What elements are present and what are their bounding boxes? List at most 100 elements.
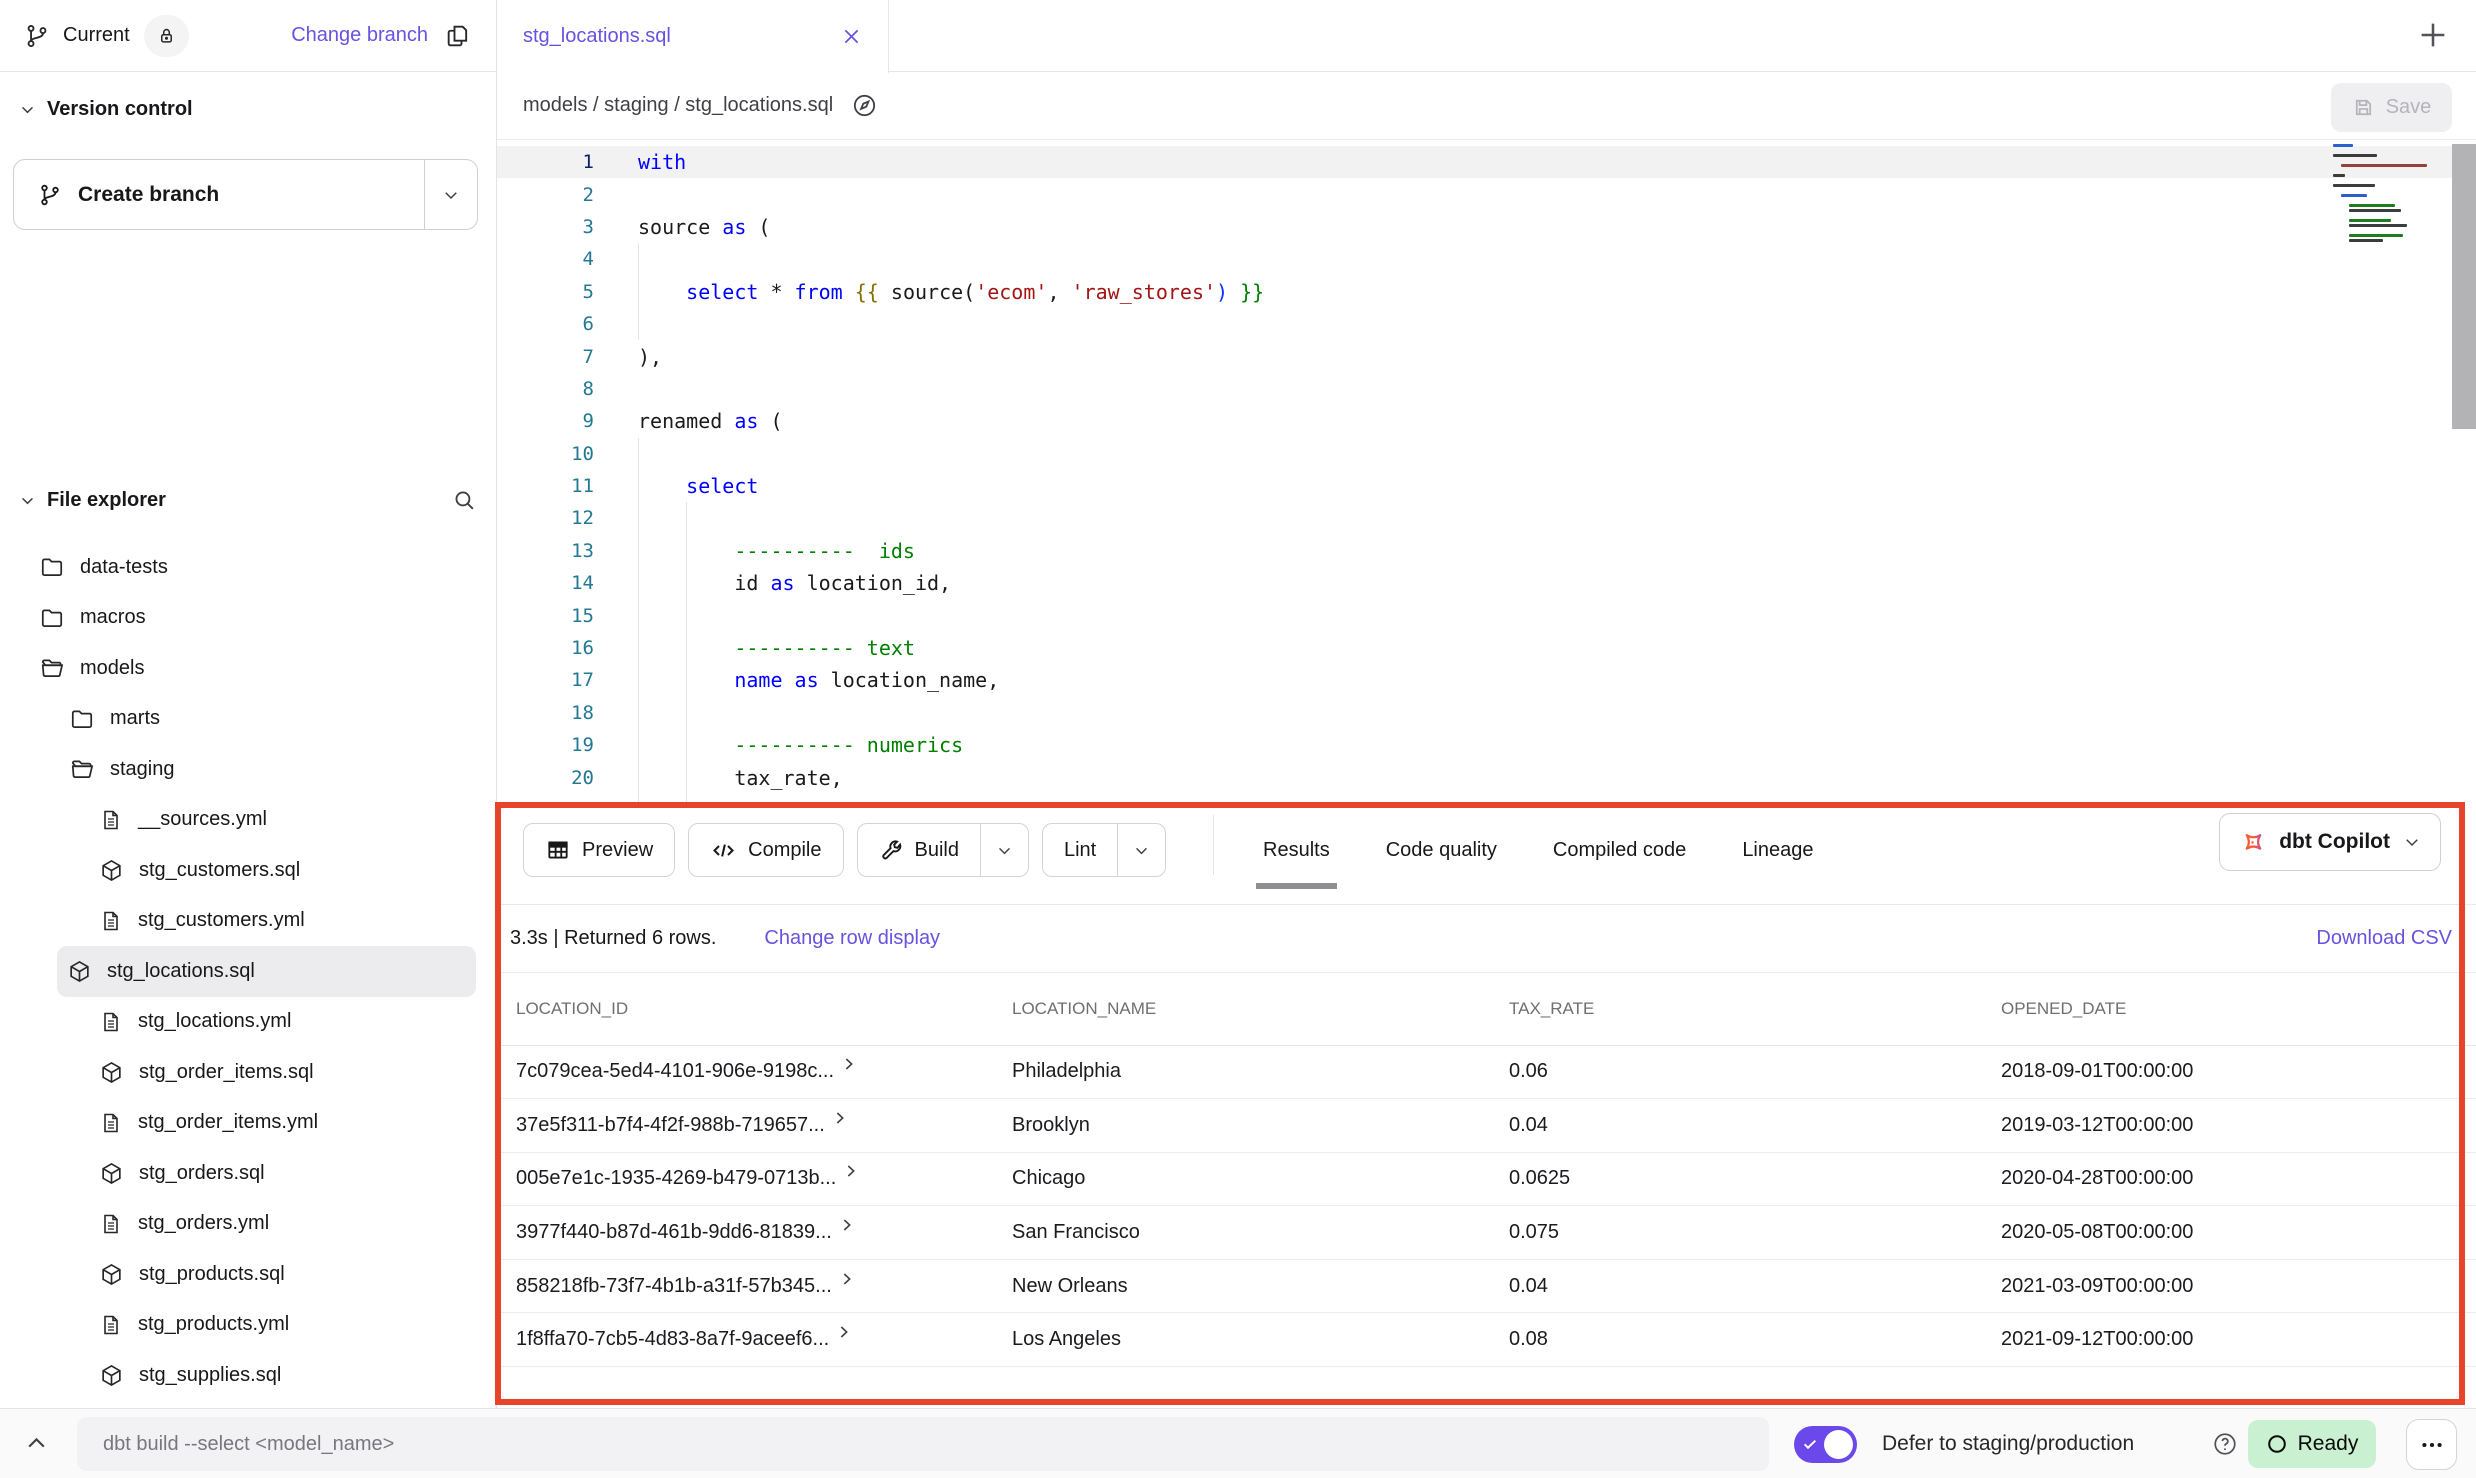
- table-row[interactable]: 1f8ffa70-7cb5-4d83-8a7f-9aceef6...Los An…: [497, 1313, 2476, 1367]
- cell-tax-rate: 0.04: [1490, 1259, 1985, 1313]
- chevron-down-icon: [2403, 833, 2421, 851]
- table-row[interactable]: 005e7e1c-1935-4269-b479-0713b...Chicago0…: [497, 1152, 2476, 1206]
- file-explorer-header[interactable]: File explorer: [0, 478, 496, 522]
- change-branch-link[interactable]: Change branch: [291, 24, 428, 47]
- sidebar-item-stg-products-yml[interactable]: stg_products.yml: [0, 1300, 496, 1351]
- code-line-11[interactable]: 11 select: [497, 470, 2476, 502]
- line-number: 10: [497, 443, 594, 465]
- status-bar: dbt build --select <model_name> Defer to…: [0, 1408, 2476, 1478]
- editor-scrollbar[interactable]: [2452, 144, 2476, 429]
- code-lines[interactable]: 1with23source as ( 4 5 select * from {{ so…: [497, 146, 2476, 805]
- sidebar-item-stg-order-items-yml[interactable]: stg_order_items.yml: [0, 1098, 496, 1149]
- code-line-10[interactable]: 10: [497, 438, 2476, 470]
- tab-bar: stg_locations.sql: [497, 0, 2476, 72]
- build-button[interactable]: Build: [857, 823, 1029, 877]
- sidebar-item-stg-customers-yml[interactable]: stg_customers.yml: [0, 896, 496, 947]
- sidebar-item-stg-locations-yml[interactable]: stg_locations.yml: [0, 997, 496, 1048]
- cell-location-id: 858218fb-73f7-4b1b-a31f-57b345...: [497, 1259, 995, 1313]
- tab-results[interactable]: Results: [1263, 811, 1330, 889]
- tab-stg-locations-sql[interactable]: stg_locations.sql: [497, 0, 889, 73]
- code-line-2[interactable]: 2: [497, 178, 2476, 210]
- create-branch-dropdown[interactable]: [424, 160, 477, 229]
- sidebar-item-macros[interactable]: macros: [0, 593, 496, 644]
- table-row[interactable]: 3977f440-b87d-461b-9dd6-81839...San Fran…: [497, 1206, 2476, 1260]
- sidebar-item-stg-customers-sql[interactable]: stg_customers.sql: [0, 845, 496, 896]
- sidebar-item-data-tests[interactable]: data-tests: [0, 542, 496, 593]
- overflow-menu-button[interactable]: [2406, 1419, 2457, 1470]
- new-tab-plus-icon[interactable]: [2416, 18, 2450, 57]
- code-line-15[interactable]: 15: [497, 599, 2476, 631]
- search-icon[interactable]: [452, 488, 477, 513]
- code-line-3[interactable]: 3source as (: [497, 211, 2476, 243]
- chevron-down-icon[interactable]: [19, 492, 36, 509]
- row-expand-chevron-icon[interactable]: [841, 1055, 857, 1078]
- sidebar-item-stg-supplies-sql[interactable]: stg_supplies.sql: [0, 1350, 496, 1401]
- code-line-12[interactable]: 12: [497, 502, 2476, 534]
- code-line-8[interactable]: 8: [497, 373, 2476, 405]
- status-ready-badge[interactable]: Ready: [2248, 1420, 2376, 1468]
- dbt-copilot-button[interactable]: dbt Copilot: [2219, 813, 2441, 871]
- save-button[interactable]: Save: [2331, 83, 2452, 132]
- code-editor[interactable]: 1with23source as ( 4 5 select * from {{ so…: [497, 140, 2476, 805]
- copy-icon[interactable]: [444, 22, 472, 50]
- code-line-1[interactable]: 1with: [497, 146, 2476, 178]
- code-line-18[interactable]: 18: [497, 697, 2476, 729]
- tab-lineage[interactable]: Lineage: [1742, 811, 1813, 889]
- sidebar-item--sources-yml[interactable]: __sources.yml: [0, 795, 496, 846]
- code-line-4[interactable]: 4: [497, 243, 2476, 275]
- download-csv-link[interactable]: Download CSV: [2316, 927, 2452, 950]
- row-expand-chevron-icon[interactable]: [843, 1162, 859, 1185]
- sidebar-item-stg-products-sql[interactable]: stg_products.sql: [0, 1249, 496, 1300]
- code-line-7[interactable]: 7),: [497, 340, 2476, 372]
- sidebar-item-models[interactable]: models: [0, 643, 496, 694]
- change-row-display-link[interactable]: Change row display: [764, 927, 940, 950]
- code-line-9[interactable]: 9renamed as (: [497, 405, 2476, 437]
- compass-icon[interactable]: [851, 92, 878, 119]
- sidebar-item-stg-orders-yml[interactable]: stg_orders.yml: [0, 1199, 496, 1250]
- row-expand-chevron-icon[interactable]: [832, 1109, 848, 1132]
- chevron-up-icon[interactable]: [24, 1431, 49, 1461]
- minimap[interactable]: [2333, 144, 2447, 244]
- code-line-19[interactable]: 19 ---------- numerics: [497, 729, 2476, 761]
- preview-button[interactable]: Preview: [523, 823, 675, 877]
- file-label: stg_orders.sql: [139, 1162, 265, 1185]
- row-expand-chevron-icon[interactable]: [839, 1270, 855, 1293]
- help-icon[interactable]: [2212, 1431, 2238, 1462]
- model-cube-icon: [99, 1161, 124, 1186]
- row-expand-chevron-icon[interactable]: [839, 1216, 855, 1239]
- sidebar-item-stg-locations-sql[interactable]: stg_locations.sql: [57, 946, 476, 997]
- table-row[interactable]: 7c079cea-5ed4-4101-906e-9198c...Philadel…: [497, 1045, 2476, 1099]
- sidebar-item-marts[interactable]: marts: [0, 694, 496, 745]
- code-line-6[interactable]: 6: [497, 308, 2476, 340]
- table-row[interactable]: 858218fb-73f7-4b1b-a31f-57b345...New Orl…: [497, 1259, 2476, 1313]
- version-control-header[interactable]: Version control: [0, 87, 212, 131]
- sidebar-item-stg-orders-sql[interactable]: stg_orders.sql: [0, 1148, 496, 1199]
- code-line-14[interactable]: 14 id as location_id,: [497, 567, 2476, 599]
- code-line-20[interactable]: 20 tax_rate,: [497, 761, 2476, 793]
- create-branch-main[interactable]: Create branch: [14, 160, 424, 229]
- chevron-down-icon[interactable]: [19, 101, 36, 118]
- create-branch-button[interactable]: Create branch: [13, 159, 478, 230]
- code-text: ---------- ids: [594, 539, 915, 563]
- code-text: ---------- numerics: [594, 733, 963, 757]
- close-icon[interactable]: [841, 26, 862, 47]
- sidebar-item-stg-order-items-sql[interactable]: stg_order_items.sql: [0, 1047, 496, 1098]
- command-input[interactable]: dbt build --select <model_name>: [77, 1417, 1769, 1471]
- line-number: 4: [497, 248, 594, 270]
- tab-compiled-code[interactable]: Compiled code: [1553, 811, 1686, 889]
- lint-button[interactable]: Lint: [1042, 823, 1166, 877]
- compile-button[interactable]: Compile: [688, 823, 843, 877]
- tab-code-quality[interactable]: Code quality: [1386, 811, 1497, 889]
- code-line-16[interactable]: 16 ---------- text: [497, 632, 2476, 664]
- row-expand-chevron-icon[interactable]: [836, 1323, 852, 1346]
- code-line-17[interactable]: 17 name as location_name,: [497, 664, 2476, 696]
- code-line-5[interactable]: 5 select * from {{ source('ecom', 'raw_s…: [497, 276, 2476, 308]
- lint-dropdown[interactable]: [1117, 824, 1165, 876]
- sidebar-item-staging[interactable]: staging: [0, 744, 496, 795]
- defer-toggle[interactable]: [1794, 1426, 1857, 1463]
- table-row[interactable]: 37e5f311-b7f4-4f2f-988b-719657...Brookly…: [497, 1099, 2476, 1153]
- code-line-13[interactable]: 13 ---------- ids: [497, 535, 2476, 567]
- code-line-21[interactable]: 21: [497, 794, 2476, 805]
- column-header-opened_date: OPENED_DATE: [1985, 973, 2476, 1045]
- build-dropdown[interactable]: [980, 824, 1028, 876]
